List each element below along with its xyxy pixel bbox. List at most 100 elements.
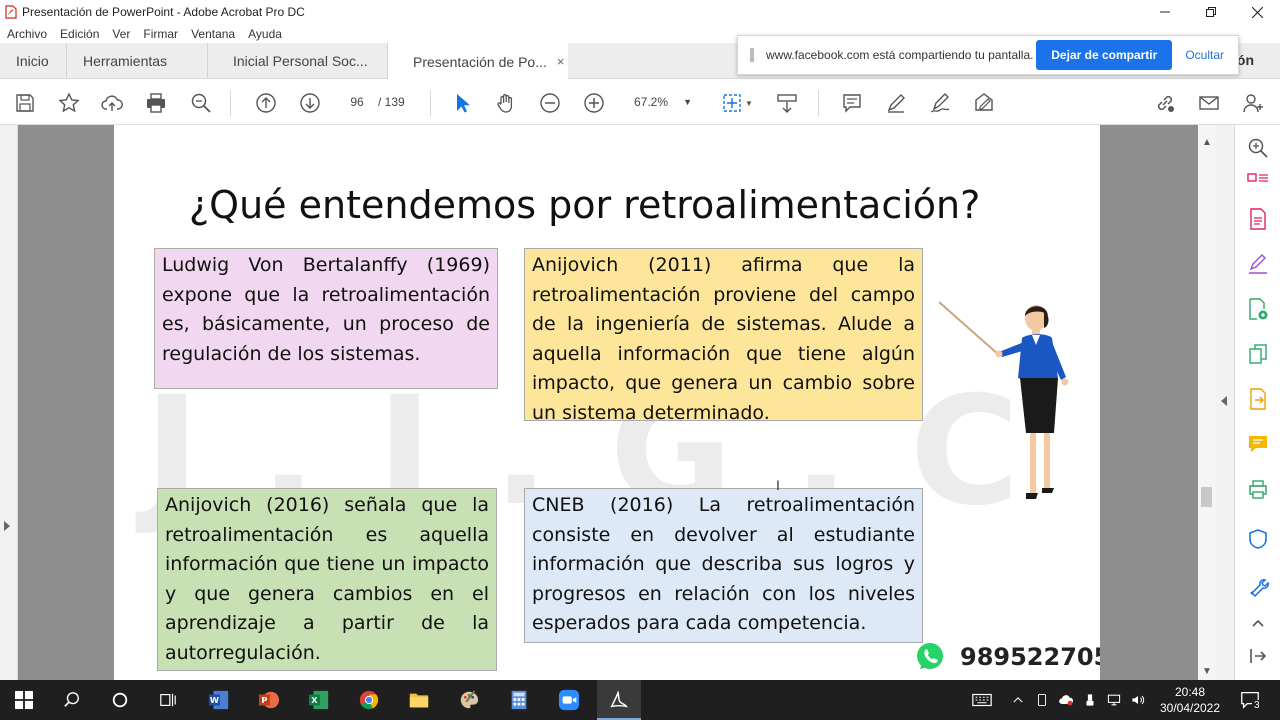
acrobat-pdf-icon [5,5,17,19]
start-button[interactable] [12,688,36,712]
highlight-button[interactable] [884,91,908,115]
sidebar-search-button[interactable] [1247,137,1269,159]
edit-pdf-icon [1249,298,1268,320]
sidebar-export-button[interactable] [1247,388,1269,410]
taskbar-word[interactable]: W [207,688,231,712]
toolbar-divider [230,90,231,116]
previous-page-button[interactable] [254,91,278,115]
taskbar-chrome[interactable] [357,688,381,712]
sign-button[interactable] [972,91,996,115]
tray-network-icon[interactable] [1102,688,1126,712]
menu-ventana[interactable]: Ventana [191,27,235,41]
magnifier-icon [191,93,211,113]
pdf-page: J.J.G.C ¿Qué entendemos por retroaliment… [114,125,1100,680]
tab-herramientas[interactable]: Herramientas [67,43,208,79]
cortana-button[interactable] [108,688,132,712]
chrome-app-icon [359,690,379,710]
fit-options-chevron-icon[interactable]: ▼ [744,91,754,115]
restore-button[interactable] [1188,0,1234,24]
minimize-button[interactable] [1142,0,1188,24]
title-bar: Presentación de PowerPoint - Adobe Acrob… [0,0,1280,24]
search-button[interactable] [60,688,84,712]
stop-sharing-button[interactable]: Dejar de compartir [1036,40,1173,70]
zoom-search-button[interactable] [189,91,213,115]
add-user-button[interactable] [1241,91,1265,115]
tools-wrench-icon [1250,579,1269,597]
tab-inicio[interactable]: Inicio [0,43,67,79]
svg-text:P: P [261,695,267,705]
scroll-mode-button[interactable] [775,91,799,115]
notification-center-button[interactable]: 3 [1238,688,1262,712]
upload-button[interactable] [100,91,124,115]
tray-show-hidden-icon[interactable] [1006,688,1030,712]
tray-phone-icon[interactable] [1030,688,1054,712]
scroll-down-icon[interactable]: ▼ [1202,666,1212,677]
collapse-panel-icon[interactable] [1221,396,1227,406]
tray-cloud-icon[interactable] [1054,688,1078,712]
sidebar-scan-button[interactable] [1247,478,1269,500]
menu-edicion[interactable]: Edición [60,27,99,41]
left-navigation-panel[interactable] [0,125,18,680]
taskbar-calculator[interactable] [507,688,531,712]
print-button[interactable] [144,91,168,115]
sidebar-collapse-up-icon[interactable] [1247,612,1269,634]
hide-banner-button[interactable]: Ocultar [1185,48,1224,62]
sidebar-more-tools-button[interactable] [1247,575,1269,597]
next-page-button[interactable] [298,91,322,115]
drag-handle-icon[interactable] [750,48,754,62]
tab-document-inicial[interactable]: Inicial Personal Soc... [208,43,388,79]
scrollbar-thumb[interactable] [1201,487,1212,507]
vertical-scrollbar[interactable]: ▲ ▼ [1198,125,1215,680]
sidebar-sign-button[interactable] [1247,253,1269,275]
draw-button[interactable] [928,91,952,115]
notification-count: 3 [1252,700,1262,711]
save-button[interactable] [13,91,37,115]
tray-keyboard-icon[interactable] [970,688,994,712]
system-clock[interactable]: 20:48 30/04/2022 [1150,684,1230,716]
toolbar-divider [818,90,819,116]
chevron-down-icon: ▼ [683,97,692,107]
menu-firmar[interactable]: Firmar [143,27,178,41]
expand-panel-icon[interactable] [4,521,10,531]
menu-ayuda[interactable]: Ayuda [248,27,282,41]
windows-taskbar: W P X 20:48 30/04/2022 3 [0,680,1280,720]
close-window-button[interactable] [1234,0,1280,24]
task-view-button[interactable] [156,688,180,712]
sidebar-export-pdf-button[interactable] [1247,208,1269,230]
scroll-up-icon[interactable]: ▲ [1202,137,1212,148]
tab-close-icon[interactable]: × [557,54,565,69]
fit-page-button[interactable] [720,91,744,115]
tab-document-inicial-label: Inicial Personal Soc... [233,53,368,69]
sidebar-comment-button[interactable] [1247,433,1269,455]
taskbar-zoom[interactable] [557,688,581,712]
select-tool-button[interactable] [450,91,474,115]
taskbar-excel[interactable]: X [307,688,331,712]
sidebar-combine-button[interactable] [1247,343,1269,365]
comment-button[interactable] [840,91,864,115]
tab-document-presentacion[interactable]: Presentación de Po... × [388,43,568,80]
share-link-button[interactable] [1153,91,1177,115]
page-number-input[interactable]: 96 [340,91,374,113]
taskbar-powerpoint[interactable]: P [257,688,281,712]
sidebar-edit-pdf-button[interactable] [1247,298,1269,320]
menu-archivo[interactable]: Archivo [7,27,47,41]
zoom-level-select[interactable]: 67.2% ▼ [624,91,696,113]
taskbar-file-explorer[interactable] [407,688,431,712]
zoom-app-icon [558,689,580,711]
taskbar-acrobat[interactable] [597,680,641,720]
tray-usb-icon[interactable] [1078,688,1102,712]
email-button[interactable] [1197,91,1221,115]
taskbar-paint[interactable] [457,688,481,712]
bookmark-button[interactable] [57,91,81,115]
zoom-out-button[interactable] [538,91,562,115]
sidebar-protect-button[interactable] [1247,528,1269,550]
hand-tool-button[interactable] [494,91,518,115]
sidebar-organize-button[interactable] [1247,167,1269,189]
zoom-in-button[interactable] [582,91,606,115]
window-title: Presentación de PowerPoint - Adobe Acrob… [22,5,305,19]
definition-box-bertalanffy: Ludwig Von Bertalanffy (1969) expone que… [154,248,498,389]
menu-ver[interactable]: Ver [112,27,130,41]
sidebar-hide-button[interactable] [1247,645,1269,667]
tray-volume-icon[interactable] [1126,688,1150,712]
tab-inicio-label: Inicio [16,53,49,69]
